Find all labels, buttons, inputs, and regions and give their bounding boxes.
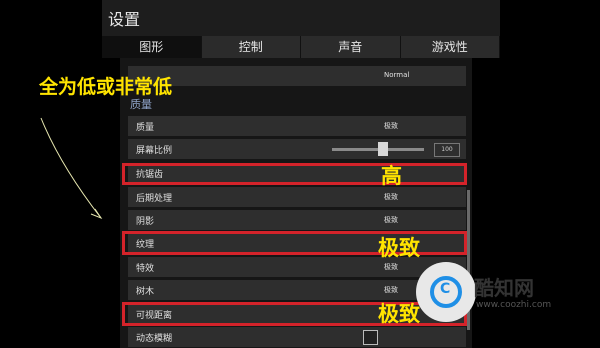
setting-value: 极致 bbox=[384, 216, 398, 224]
annotation-anti-aliasing: 高 bbox=[381, 164, 402, 188]
highlight-anti-aliasing bbox=[122, 163, 467, 185]
motion-blur-checkbox[interactable] bbox=[363, 330, 378, 345]
slider-thumb[interactable] bbox=[378, 142, 388, 156]
tab-bar: 图形 控制 声音 游戏性 bbox=[102, 36, 500, 58]
setting-value: 极致 bbox=[384, 263, 398, 271]
setting-label: 动态模糊 bbox=[136, 334, 173, 344]
window-title: 设置 bbox=[108, 10, 141, 29]
setting-motion-blur[interactable]: 动态模糊 bbox=[128, 327, 466, 347]
setting-label: 树木 bbox=[136, 287, 155, 297]
setting-label: 屏幕比例 bbox=[136, 146, 173, 156]
setting-label: 阴影 bbox=[136, 217, 155, 227]
tab-sound[interactable]: 声音 bbox=[301, 36, 401, 58]
setting-label: 质量 bbox=[136, 123, 155, 133]
setting-label: 特效 bbox=[136, 264, 155, 274]
annotation-top-note: 全为低或非常低 bbox=[39, 76, 173, 98]
tab-gameplay[interactable]: 游戏性 bbox=[400, 36, 500, 58]
annotation-texture: 极致 bbox=[378, 236, 420, 260]
setting-shadows[interactable]: 阴影 极致 bbox=[128, 210, 466, 230]
setting-post-processing[interactable]: 后期处理 极致 bbox=[128, 187, 466, 207]
watermark-logo-icon: C bbox=[430, 276, 462, 308]
tab-controls[interactable]: 控制 bbox=[201, 36, 301, 58]
watermark-url: www.coozhi.com bbox=[476, 300, 552, 310]
title-bar bbox=[102, 0, 500, 36]
setting-quality[interactable]: 质量 极致 bbox=[128, 116, 466, 136]
preset-row[interactable]: Normal bbox=[128, 66, 466, 86]
tab-graphics[interactable]: 图形 bbox=[102, 36, 202, 58]
preset-value: Normal bbox=[384, 71, 410, 79]
annotation-view-distance: 极致 bbox=[378, 302, 420, 326]
screen-scale-value-box[interactable]: 100 bbox=[434, 143, 460, 157]
setting-label: 后期处理 bbox=[136, 194, 173, 204]
setting-value: 极致 bbox=[384, 286, 398, 294]
setting-value: 极致 bbox=[384, 122, 398, 130]
setting-value: 极致 bbox=[384, 193, 398, 201]
watermark-name: 酷知网 bbox=[474, 276, 534, 300]
setting-screen-scale: 屏幕比例 100 bbox=[128, 139, 466, 159]
